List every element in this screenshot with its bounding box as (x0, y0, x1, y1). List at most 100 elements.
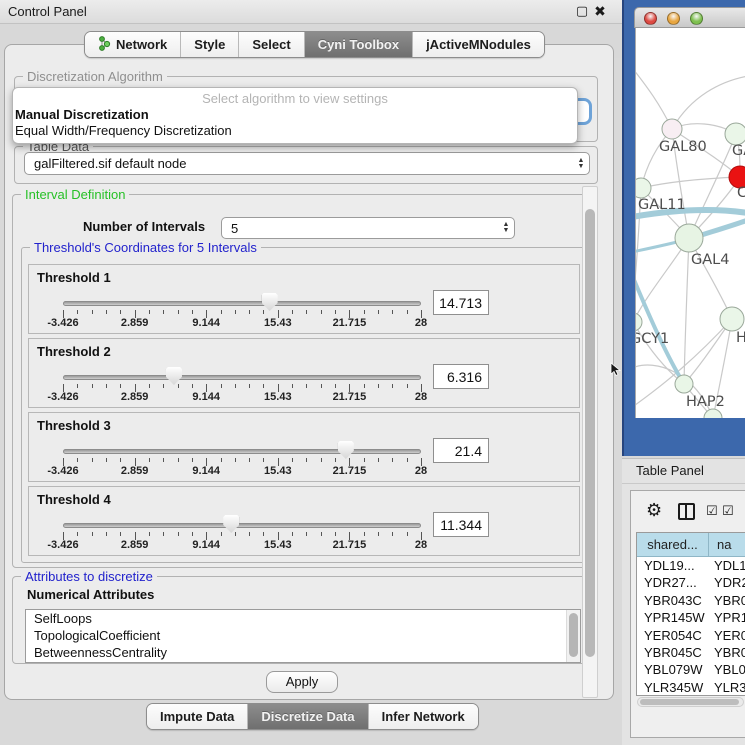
table-row[interactable]: YLR345WYLR3 (637, 679, 745, 696)
tab-cyni-toolbox[interactable]: Cyni Toolbox (305, 32, 413, 57)
scale-label: 21.715 (333, 539, 367, 551)
slider-thumb[interactable] (166, 367, 182, 385)
checkbox-icon[interactable]: ☑ (706, 503, 718, 519)
minimize-traffic-light[interactable] (667, 12, 680, 25)
tick-mark (192, 532, 193, 536)
table-row[interactable]: YDL19...YDL1 (637, 557, 745, 574)
tab-impute-data[interactable]: Impute Data (147, 704, 248, 729)
tick-mark (192, 310, 193, 314)
scale-label: 9.144 (192, 317, 220, 329)
panel-scrollbar-thumb[interactable] (585, 209, 595, 657)
slider-track[interactable] (63, 449, 421, 454)
tick-mark (235, 532, 236, 536)
network-canvas[interactable]: GAL80GACGAL11GAL4HGCY1HAP2 (635, 28, 745, 418)
threshold-value-field[interactable]: 6.316 (433, 364, 489, 389)
tab-jactivemnodules[interactable]: jActiveMNodules (413, 32, 544, 57)
threshold-label: Threshold 4 (37, 492, 111, 507)
numerical-attributes-list[interactable]: SelfLoopsTopologicalCoefficientBetweenne… (25, 609, 581, 663)
column-header-shared-name[interactable]: shared... (637, 533, 709, 556)
cell-shared-name: YDL19... (637, 557, 709, 574)
network-edge[interactable] (636, 66, 672, 129)
scale-label: 2.859 (121, 317, 149, 329)
slider-track[interactable] (63, 301, 421, 306)
threshold-value-field[interactable]: 21.4 (433, 438, 489, 463)
network-node-HAP2[interactable] (675, 375, 693, 393)
attribute-list-item[interactable]: SelfLoops (26, 610, 580, 627)
table-row[interactable]: YDR27...YDR2 (637, 574, 745, 591)
tab-network[interactable]: Network (85, 32, 181, 57)
tick-mark (292, 384, 293, 388)
network-edge[interactable] (672, 76, 745, 129)
table-row[interactable]: YBL079WYBL0 (637, 661, 745, 678)
network-node-GAL80[interactable] (662, 119, 682, 139)
network-edge[interactable] (636, 365, 713, 418)
table-row[interactable]: YPR145WYPR1 (637, 609, 745, 626)
close-icon[interactable]: ✖ (592, 3, 608, 19)
threshold-value-field[interactable]: 14.713 (433, 290, 489, 315)
tick-mark (335, 532, 336, 536)
cyni-mode-tabs: Impute DataDiscretize DataInfer Network (146, 703, 479, 730)
table-row[interactable]: YBR043CYBR0 (637, 592, 745, 609)
slider-thumb[interactable] (223, 515, 239, 533)
tab-infer-network[interactable]: Infer Network (369, 704, 478, 729)
panel-scrollbar[interactable] (582, 186, 598, 698)
network-node-GAL11[interactable] (636, 178, 651, 198)
spinner-arrows-icon[interactable]: ▲▼ (498, 222, 514, 234)
tick-mark (407, 384, 408, 388)
gear-icon[interactable]: ⚙ (646, 500, 662, 521)
dropdown-option-equal-width[interactable]: Equal Width/Frequency Discretization (13, 123, 577, 139)
cell-name: YPR1 (709, 609, 745, 626)
table-scrollbar-thumb[interactable] (640, 699, 739, 705)
zoom-traffic-light[interactable] (690, 12, 703, 25)
interval-definition-title: Interval Definition (21, 187, 129, 202)
network-node-GAL4[interactable] (675, 224, 703, 252)
tab-select[interactable]: Select (239, 32, 304, 57)
apply-button[interactable]: Apply (266, 671, 338, 693)
slider-track[interactable] (63, 375, 421, 380)
scale-label: 28 (415, 391, 427, 403)
tab-discretize-data[interactable]: Discretize Data (248, 704, 368, 729)
slider-thumb[interactable] (262, 293, 278, 311)
tick-mark (149, 310, 150, 314)
cell-name: YBL0 (709, 661, 745, 678)
node-label-GAL80: GAL80 (659, 139, 707, 155)
node-label-GCY1: GCY1 (636, 331, 669, 347)
tick-mark (378, 458, 379, 462)
table-data-combobox[interactable]: galFiltered.sif default node ▲▼ (24, 152, 590, 175)
scale-label: -3.426 (47, 317, 78, 329)
tick-mark (149, 384, 150, 388)
slider-track[interactable] (63, 523, 421, 528)
attribute-list-item[interactable]: TopologicalCoefficient (26, 627, 580, 644)
table-row[interactable]: YBR045CYBR0 (637, 644, 745, 661)
tab-style[interactable]: Style (181, 32, 239, 57)
network-node-GCY1[interactable] (636, 313, 642, 331)
dropdown-option-manual[interactable]: Manual Discretization (13, 107, 577, 123)
column-header-name[interactable]: na (709, 533, 745, 556)
close-traffic-light[interactable] (644, 12, 657, 25)
attribute-list-item[interactable]: BetweennessCentrality (26, 644, 580, 661)
tab-label: Network (116, 37, 167, 52)
threshold-value-field[interactable]: 11.344 (433, 512, 489, 537)
scale-label: 21.715 (333, 465, 367, 477)
spinner-arrows-icon[interactable]: ▲▼ (573, 158, 589, 170)
tick-mark (235, 310, 236, 314)
table-row[interactable]: YER054CYER0 (637, 627, 745, 644)
number-of-intervals-combobox[interactable]: 5 ▲▼ (221, 217, 515, 239)
slider-thumb[interactable] (338, 441, 354, 459)
tick-mark (407, 458, 408, 462)
network-edge-highlighted[interactable] (636, 275, 684, 384)
attributes-scrollbar-thumb[interactable] (569, 613, 578, 657)
numerical-attributes-label: Numerical Attributes (27, 587, 154, 602)
network-edge[interactable] (641, 177, 740, 188)
attributes-scrollbar[interactable] (566, 610, 580, 663)
float-window-icon[interactable]: ▢ (574, 3, 590, 19)
network-node-H[interactable] (720, 307, 744, 331)
scale-label: 21.715 (333, 391, 367, 403)
network-node-top-right[interactable] (725, 123, 745, 145)
node-table[interactable]: shared... na YDL19...YDL1YDR27...YDR2YBR… (636, 532, 745, 696)
scale-label: 9.144 (192, 465, 220, 477)
table-horizontal-scrollbar[interactable] (637, 697, 744, 707)
checkbox-icon[interactable]: ☑ (722, 503, 734, 519)
column-split-icon[interactable] (678, 503, 695, 520)
interval-definition-group: Interval Definition Number of Intervals … (12, 194, 592, 568)
